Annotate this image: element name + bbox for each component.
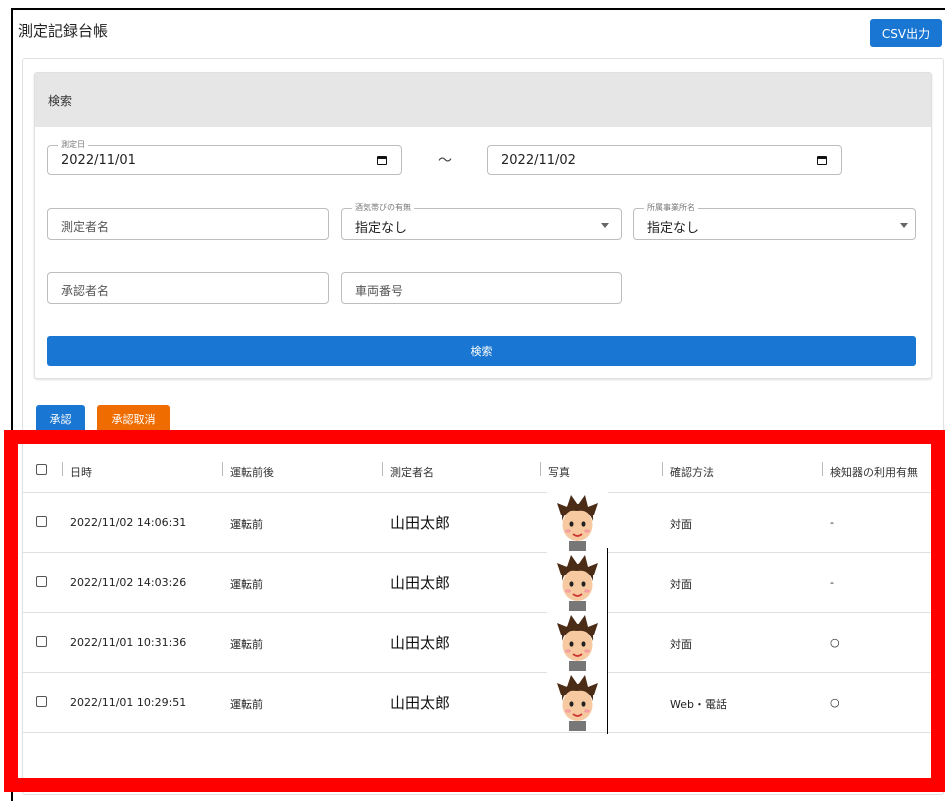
alcohol-select-label: 酒気帯びの有無 [352,202,414,214]
cell-datetime: 2022/11/01 10:29:51 [70,696,187,709]
chevron-down-icon [601,223,609,228]
chevron-down-icon [900,223,908,228]
cell-method: 対面 [670,638,692,651]
date-from-value: 2022/11/01 [61,153,136,168]
date-to-field[interactable]: 2022/11/02 [487,145,842,175]
cell-method: Web・電話 [670,698,727,711]
cell-measurer-name: 山田太郎 [390,514,451,532]
column-separator [662,462,663,476]
row-divider [22,552,940,553]
cell-detector: - [830,516,834,529]
row-checkbox[interactable] [36,576,47,587]
cell-datetime: 2022/11/02 14:06:31 [70,516,187,529]
office-select-value: 指定なし [647,221,700,236]
vehicle-number-input[interactable]: 車両番号 [341,272,622,304]
photo-column-edge [607,548,608,734]
screenshot-border-left [11,8,13,801]
cell-timing: 運転前 [230,578,263,591]
cell-detector: ○ [830,696,840,709]
date-to-value: 2022/11/02 [501,153,576,168]
cell-measurer-name: 山田太郎 [390,634,451,652]
cell-detector: - [830,576,834,589]
row-checkbox[interactable] [36,516,47,527]
cell-detector: ○ [830,636,840,649]
approve-button[interactable]: 承認 [36,405,85,433]
avatar[interactable] [547,491,608,551]
column-separator [822,462,823,476]
measurer-name-input[interactable]: 測定者名 [47,208,329,240]
column-separator [62,462,63,476]
column-header-detector[interactable]: 検知器の利用有無 [830,464,918,480]
cell-datetime: 2022/11/02 14:03:26 [70,576,187,589]
search-button[interactable]: 検索 [47,336,916,366]
measurer-name-placeholder: 測定者名 [61,220,110,234]
calendar-icon[interactable] [377,156,387,165]
avatar[interactable] [547,611,608,671]
column-header-timing[interactable]: 運転前後 [230,464,274,480]
office-select-label: 所属事業所名 [644,202,698,214]
column-header-datetime[interactable]: 日時 [70,464,92,480]
column-header-measurer[interactable]: 測定者名 [390,464,434,480]
row-divider [22,732,940,733]
header-divider [22,492,940,493]
column-header-photo[interactable]: 写真 [548,464,570,480]
cell-timing: 運転前 [230,698,263,711]
approver-name-placeholder: 承認者名 [61,284,110,298]
cell-datetime: 2022/11/01 10:31:36 [70,636,187,649]
date-from-field[interactable]: 測定日 2022/11/01 [47,139,402,175]
avatar[interactable] [547,671,608,731]
csv-export-button[interactable]: CSV出力 [870,19,942,47]
row-checkbox[interactable] [36,696,47,707]
date-field-label: 測定日 [58,139,88,151]
cell-method: 対面 [670,518,692,531]
select-all-checkbox[interactable] [36,464,47,475]
cell-timing: 運転前 [230,638,263,651]
avatar[interactable] [547,551,608,611]
cell-timing: 運転前 [230,518,263,531]
row-divider [22,612,940,613]
cell-measurer-name: 山田太郎 [390,574,451,592]
screenshot-border-top [11,8,945,10]
approver-name-input[interactable]: 承認者名 [47,272,329,304]
row-checkbox[interactable] [36,636,47,647]
search-panel-title: 検索 [48,94,73,108]
column-header-method[interactable]: 確認方法 [670,464,714,480]
row-divider [22,672,940,673]
page-title: 測定記録台帳 [18,22,109,40]
office-select[interactable]: 所属事業所名 指定なし [633,202,916,240]
alcohol-select[interactable]: 酒気帯びの有無 指定なし [341,202,622,240]
cell-measurer-name: 山田太郎 [390,694,451,712]
column-separator [382,462,383,476]
date-range-separator: ～ [438,153,452,169]
alcohol-select-value: 指定なし [355,221,408,236]
calendar-icon[interactable] [817,156,827,165]
cancel-approval-button[interactable]: 承認取消 [97,405,170,433]
vehicle-number-placeholder: 車両番号 [355,284,404,298]
column-separator [222,462,223,476]
cell-method: 対面 [670,578,692,591]
search-panel-header[interactable]: 検索 [35,73,931,127]
column-separator [540,462,541,476]
